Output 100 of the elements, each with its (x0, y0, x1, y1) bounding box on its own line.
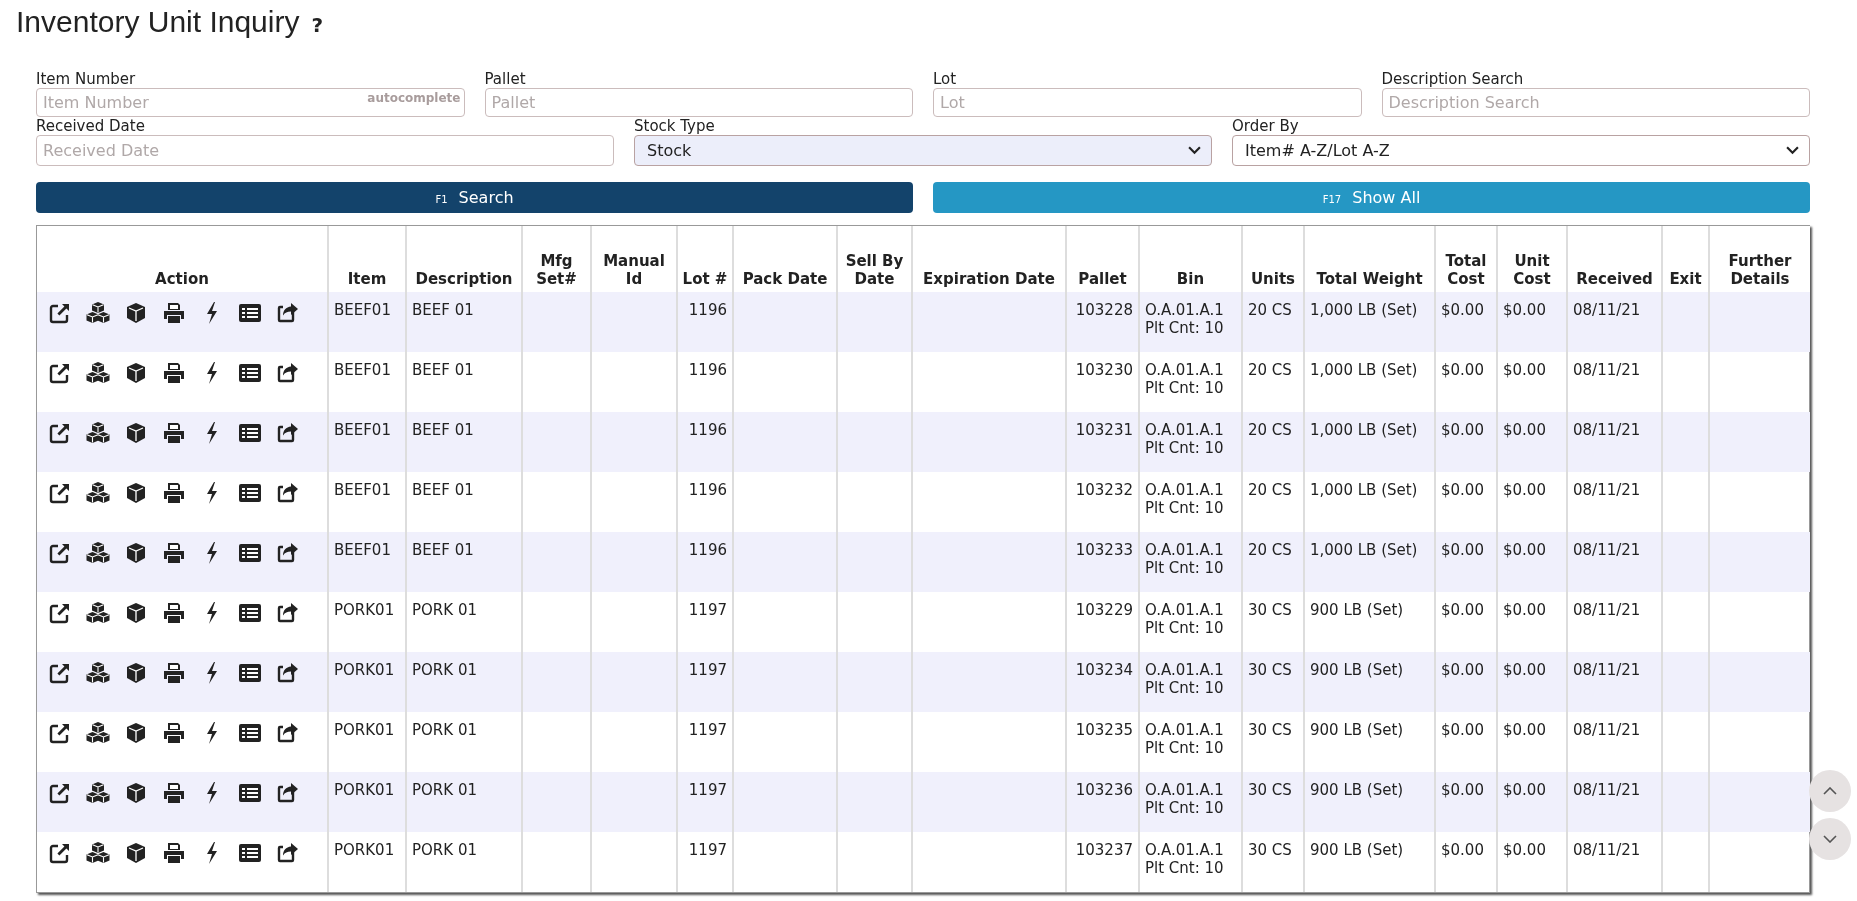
printer-icon[interactable] (162, 361, 186, 385)
table-cell: O.A.01.A.1 (1145, 661, 1224, 679)
external-link-icon[interactable] (48, 661, 72, 685)
external-link-icon[interactable] (48, 841, 72, 865)
share-icon[interactable] (276, 841, 300, 865)
external-link-icon[interactable] (48, 721, 72, 745)
external-link-icon[interactable] (48, 421, 72, 445)
table-cell: PORK01 (334, 661, 395, 679)
printer-icon[interactable] (162, 601, 186, 625)
cubes-icon[interactable] (86, 721, 110, 745)
printer-icon[interactable] (162, 781, 186, 805)
order-by-dropdown[interactable]: Item# A-Z/Lot A-Z (1232, 135, 1810, 166)
share-icon[interactable] (276, 781, 300, 805)
cubes-icon[interactable] (86, 601, 110, 625)
share-icon[interactable] (276, 721, 300, 745)
field-label: Lot (933, 70, 958, 88)
share-icon[interactable] (276, 301, 300, 325)
list-icon[interactable] (238, 661, 262, 685)
cubes-icon[interactable] (86, 361, 110, 385)
table-cell: 30 CS (1248, 601, 1292, 619)
date-field[interactable]: Received Date (36, 135, 614, 166)
column-header: Units (1242, 226, 1304, 292)
cubes-icon[interactable] (86, 481, 110, 505)
table-cell: 900 LB (Set) (1310, 841, 1404, 859)
external-link-icon[interactable] (48, 301, 72, 325)
cubes-icon[interactable] (86, 541, 110, 565)
printer-icon[interactable] (162, 841, 186, 865)
list-icon[interactable] (238, 301, 262, 325)
input-field[interactable]: Pallet (484, 88, 913, 117)
table-cell: 20 CS (1248, 361, 1292, 379)
cubes-icon[interactable] (86, 661, 110, 685)
table-cell: $0.00 (1441, 601, 1484, 619)
cube-icon[interactable] (124, 301, 148, 325)
table-cell: 20 CS (1248, 541, 1292, 559)
search-button[interactable]: F1 Search (36, 182, 913, 213)
table-cell: 1,000 LB (Set) (1310, 481, 1418, 499)
table-cell: BEEF01 (334, 361, 391, 379)
share-icon[interactable] (276, 601, 300, 625)
cubes-icon[interactable] (86, 781, 110, 805)
autocomplete-hint: autocomplete (367, 91, 461, 105)
list-icon[interactable] (238, 541, 262, 565)
share-icon[interactable] (276, 421, 300, 445)
printer-icon[interactable] (162, 421, 186, 445)
cube-icon[interactable] (124, 541, 148, 565)
printer-icon[interactable] (162, 541, 186, 565)
table-cell: 08/11/21 (1573, 481, 1641, 499)
external-link-icon[interactable] (48, 781, 72, 805)
cubes-icon[interactable] (86, 301, 110, 325)
table-cell: 08/11/21 (1573, 421, 1641, 439)
cube-icon[interactable] (124, 661, 148, 685)
cubes-icon[interactable] (86, 421, 110, 445)
cube-icon[interactable] (124, 421, 148, 445)
printer-icon[interactable] (162, 301, 186, 325)
printer-icon[interactable] (162, 481, 186, 505)
share-icon[interactable] (276, 361, 300, 385)
cube-icon[interactable] (124, 481, 148, 505)
list-icon[interactable] (238, 601, 262, 625)
help-link[interactable]: ? (311, 13, 324, 37)
cube-icon[interactable] (124, 841, 148, 865)
table-cell: PORK 01 (412, 661, 477, 679)
table-cell: O.A.01.A.1 (1145, 721, 1224, 739)
table-cell: $0.00 (1503, 481, 1546, 499)
list-icon[interactable] (238, 781, 262, 805)
cube-icon[interactable] (124, 721, 148, 745)
share-icon[interactable] (276, 481, 300, 505)
table-cell: 103234 (1075, 661, 1133, 679)
scroll-up-button[interactable] (1809, 770, 1851, 812)
input-field[interactable]: Lot (933, 88, 1362, 117)
table-cell: BEEF 01 (412, 361, 474, 379)
field-label: Pallet (484, 70, 527, 88)
list-icon[interactable] (238, 421, 262, 445)
list-icon[interactable] (238, 361, 262, 385)
cube-icon[interactable] (124, 361, 148, 385)
table-cell: $0.00 (1441, 541, 1484, 559)
table-cell: 1197 (688, 841, 727, 859)
table-cell: $0.00 (1503, 661, 1546, 679)
list-icon[interactable] (238, 481, 262, 505)
cube-icon[interactable] (124, 781, 148, 805)
external-link-icon[interactable] (48, 481, 72, 505)
list-icon[interactable] (238, 841, 262, 865)
share-icon[interactable] (276, 541, 300, 565)
cubes-icon[interactable] (86, 841, 110, 865)
printer-icon[interactable] (162, 721, 186, 745)
column-header: Exit (1662, 226, 1709, 292)
list-icon[interactable] (238, 721, 262, 745)
printer-icon[interactable] (162, 661, 186, 685)
table-cell: 08/11/21 (1573, 661, 1641, 679)
table-cell: O.A.01.A.1 (1145, 541, 1224, 559)
external-link-icon[interactable] (48, 601, 72, 625)
cube-icon[interactable] (124, 601, 148, 625)
table-cell: PORK 01 (412, 721, 477, 739)
table-cell: PORK01 (334, 721, 395, 739)
stock-type-dropdown[interactable]: Stock (634, 135, 1212, 166)
table-cell: PORK01 (334, 841, 395, 859)
external-link-icon[interactable] (48, 541, 72, 565)
scroll-down-button[interactable] (1809, 818, 1851, 860)
external-link-icon[interactable] (48, 361, 72, 385)
column-header: Bin (1139, 226, 1242, 292)
share-icon[interactable] (276, 661, 300, 685)
input-field[interactable]: Description Search (1381, 88, 1810, 117)
